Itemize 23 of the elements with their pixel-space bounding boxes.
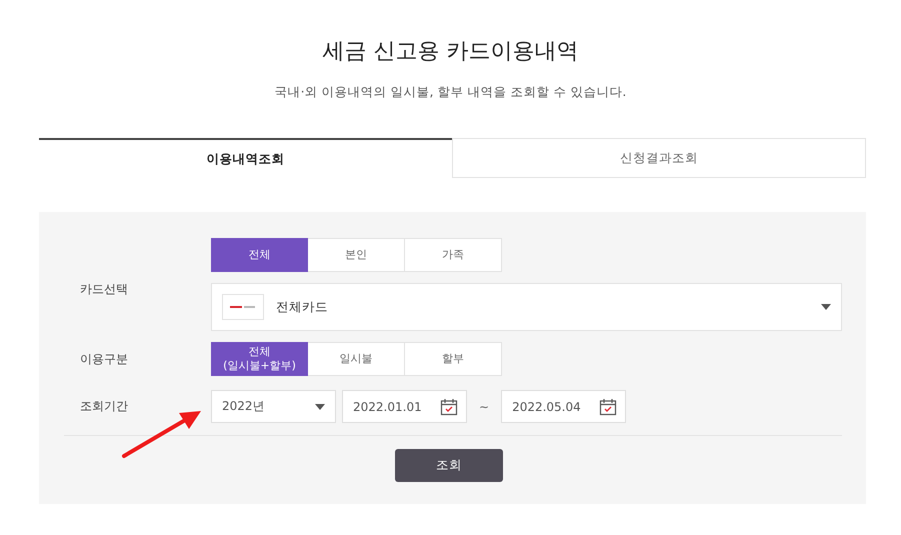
- field-label: 이용구분: [79, 350, 129, 368]
- segment-button[interactable]: 가족: [405, 238, 502, 272]
- page-subtitle: 국내·외 이용내역의 일시불, 할부 내역을 조회할 수 있습니다.: [274, 84, 628, 101]
- date-field[interactable]: 2022.05.04: [501, 390, 626, 423]
- tab[interactable]: 신청결과조회: [452, 138, 866, 178]
- calendar-icon: [599, 398, 618, 416]
- range-separator: ~: [479, 400, 490, 414]
- segment-button[interactable]: 일시불: [308, 342, 405, 376]
- segment-button[interactable]: 전체: [211, 238, 308, 272]
- search-button[interactable]: 조회: [395, 449, 503, 482]
- field-label: 조회기간: [79, 398, 129, 415]
- field-label: 카드선택: [79, 281, 129, 298]
- card-logo-icon: [222, 294, 264, 320]
- segment-button[interactable]: 본인: [308, 238, 405, 272]
- calendar-icon: [440, 398, 458, 416]
- year-dropdown[interactable]: 2022년: [211, 390, 336, 423]
- segment-button[interactable]: 전체 (일시불+할부): [211, 342, 308, 376]
- caret-icon: [821, 304, 831, 310]
- date-field[interactable]: 2022.01.01: [342, 390, 467, 423]
- segment-button[interactable]: 할부: [405, 342, 502, 376]
- caret-icon: [315, 404, 325, 410]
- page-title: 세금 신고용 카드이용내역: [322, 38, 580, 66]
- card-dropdown[interactable]: 전체카드: [211, 283, 842, 331]
